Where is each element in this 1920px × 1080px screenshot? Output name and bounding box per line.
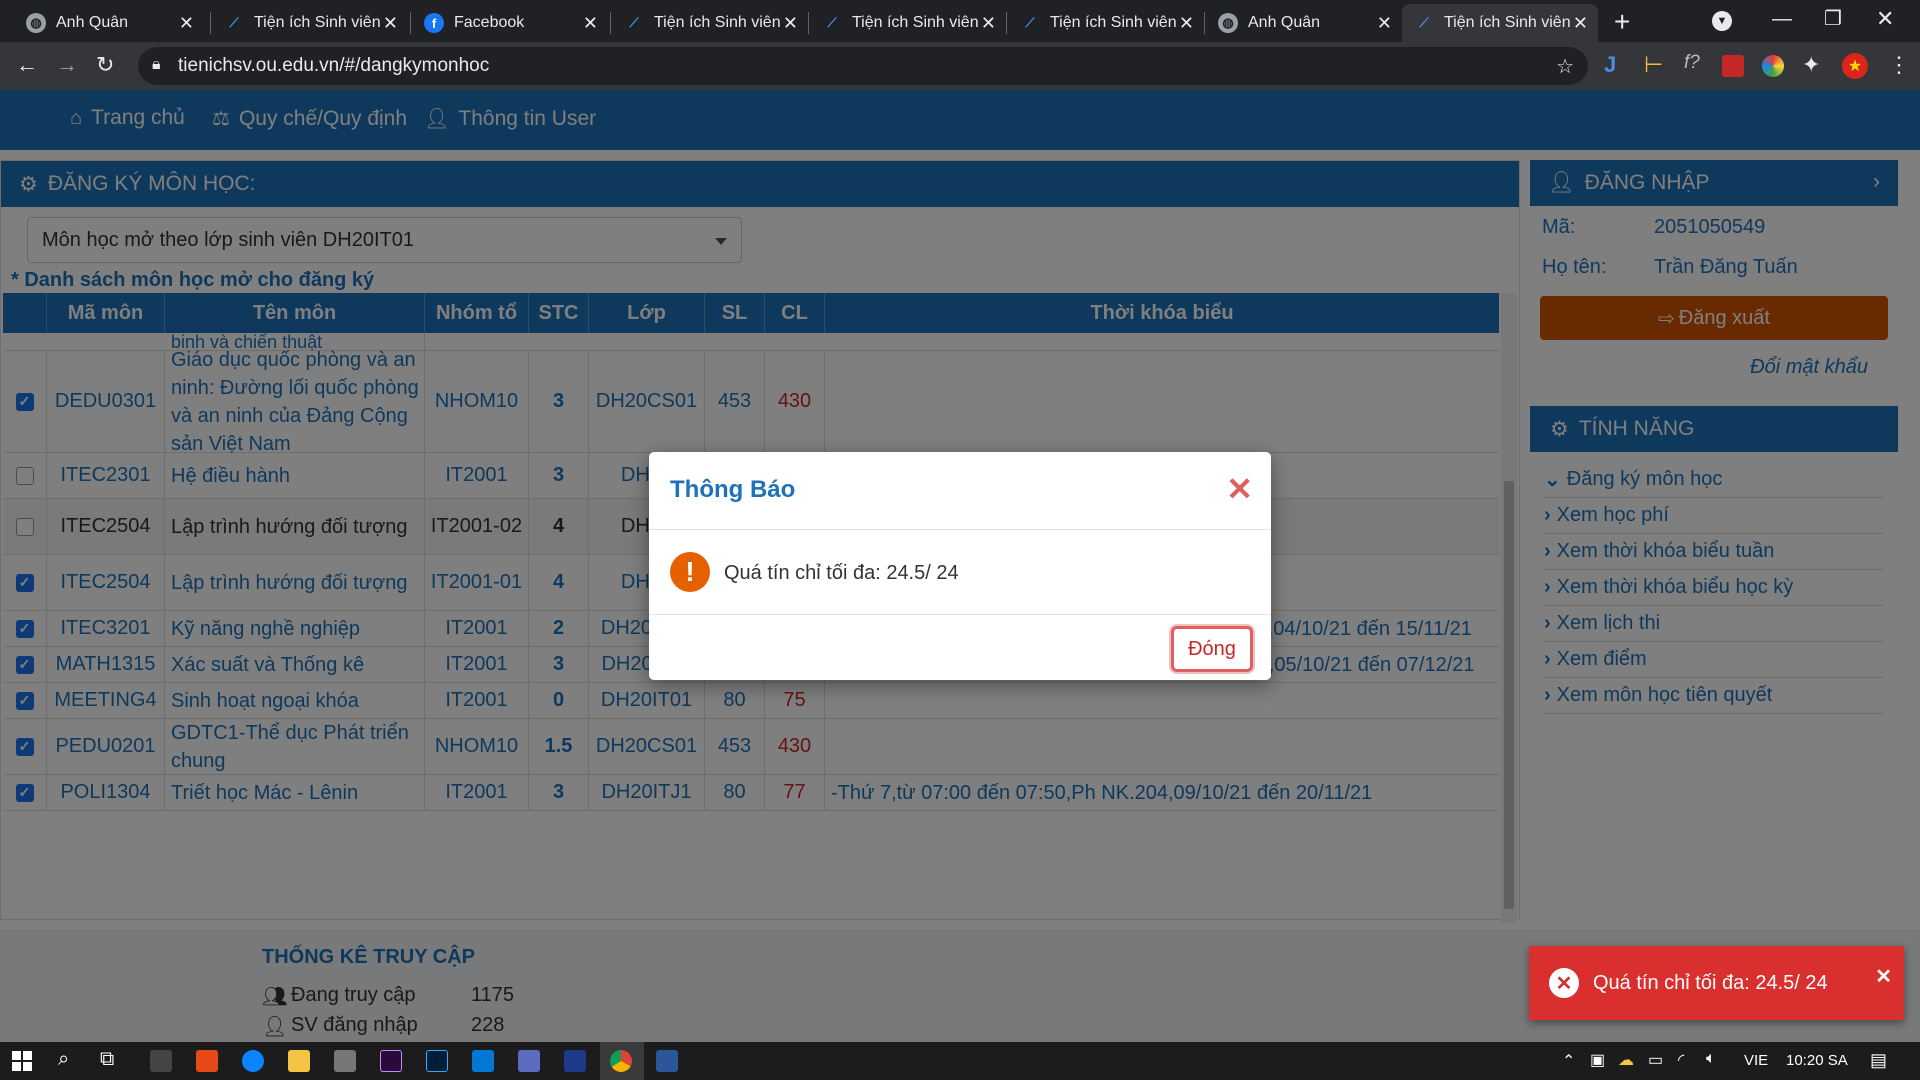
ou-logo-icon: ⟋ (827, 15, 837, 30)
extension-icon[interactable]: ⊢ (1644, 52, 1663, 78)
tab-title: Anh Quân (56, 14, 129, 31)
lock-icon: 🔒︎ (152, 56, 161, 73)
photos-icon[interactable] (334, 1050, 356, 1072)
photoshop-icon[interactable] (426, 1050, 448, 1072)
modal-body: ! Quá tín chỉ tối đa: 24.5/ 24 (649, 530, 1271, 615)
tab-title: Facebook (454, 14, 525, 31)
premiere-icon[interactable] (380, 1050, 402, 1072)
device-icon[interactable]: ▣ (1590, 1050, 1605, 1070)
word-icon[interactable] (656, 1050, 678, 1072)
restore-icon[interactable]: ❐ (1824, 6, 1842, 31)
weather-warning-icon[interactable]: ☁ (1618, 1050, 1634, 1070)
ou-logo-icon: ⟋ (229, 15, 239, 30)
browser-tab[interactable]: ◍ Anh Quân ✕ (1206, 4, 1402, 42)
system-clock[interactable]: 10:20 SA (1786, 1052, 1848, 1069)
input-language[interactable]: VIE (1744, 1052, 1768, 1069)
url-text: tienichsv.ou.edu.vn/#/dangkymonhoc (178, 55, 490, 76)
ou-logo-icon: ⟋ (1419, 15, 1429, 30)
browser-tab[interactable]: ⟋ Tiện ích Sinh viên ✕ (1008, 4, 1204, 42)
toast-message: Quá tín chỉ tối đa: 24.5/ 24 (1593, 971, 1828, 994)
battery-icon[interactable]: ▭ (1648, 1050, 1663, 1070)
app-icon[interactable] (564, 1050, 586, 1072)
tab-title: Anh Quân (1248, 14, 1321, 31)
extensions-puzzle-icon[interactable]: ✦ (1802, 52, 1820, 78)
tab-title: Tiện ích Sinh viên (852, 14, 979, 31)
volume-icon[interactable]: 🔈︎ (1706, 1050, 1716, 1068)
close-tab-icon[interactable]: ✕ (1573, 13, 1588, 34)
close-tab-icon[interactable]: ✕ (583, 13, 598, 34)
edge-icon[interactable] (242, 1050, 264, 1072)
modal-title: Thông Báo (670, 476, 796, 503)
globe-icon: ◍ (1218, 13, 1238, 33)
windows-taskbar: ⌕ ⧉ ⌃ ▣ ☁ ▭ ◜ 🔈︎ VIE 10:20 SA ▤ (0, 1042, 1920, 1080)
browser-toolbar: ← → ↻ 🔒︎ tienichsv.ou.edu.vn/#/dangkymon… (0, 42, 1920, 90)
close-tab-icon[interactable]: ✕ (1179, 13, 1194, 34)
ou-logo-icon: ⟋ (1025, 15, 1035, 30)
wifi-icon[interactable]: ◜ (1678, 1050, 1684, 1070)
tab-search-icon[interactable]: ▼ (1712, 11, 1732, 31)
windows-start-icon[interactable] (12, 1051, 32, 1071)
file-explorer-icon[interactable] (288, 1050, 310, 1072)
error-x-icon: ✕ (1549, 968, 1579, 998)
modal-header: Thông Báo ✕ (649, 452, 1271, 530)
exclamation-icon: ! (670, 552, 710, 592)
close-tab-icon[interactable]: ✕ (981, 13, 996, 34)
browser-tab-strip: ◍ Anh Quân ✕ ⟋ Tiện ích Sinh viên ✕ f Fa… (0, 0, 1920, 42)
close-button[interactable]: Đóng (1171, 626, 1253, 672)
minimize-icon[interactable]: — (1772, 8, 1792, 31)
extension-j-icon[interactable]: J (1604, 52, 1616, 78)
tab-title: Tiện ích Sinh viên (654, 14, 781, 31)
browser-tab[interactable]: f Facebook ✕ (412, 4, 608, 42)
close-icon[interactable]: ✕ (1226, 470, 1253, 508)
extension-pocket-icon[interactable] (1722, 55, 1744, 77)
facebook-icon: f (424, 13, 444, 33)
tab-title: Tiện ích Sinh viên (254, 14, 381, 31)
close-tab-icon[interactable]: ✕ (383, 13, 398, 34)
close-tab-icon[interactable]: ✕ (179, 13, 194, 34)
profile-avatar[interactable]: ★ (1842, 53, 1868, 79)
search-icon[interactable]: ⌕ (58, 1048, 69, 1071)
link-app-icon[interactable] (518, 1050, 540, 1072)
globe-icon: ◍ (26, 13, 46, 33)
modal-message: Quá tín chỉ tối đa: 24.5/ 24 (724, 562, 959, 584)
task-view-icon[interactable]: ⧉ (100, 1048, 114, 1071)
vscode-icon[interactable] (472, 1050, 494, 1072)
back-icon[interactable]: ← (16, 52, 38, 78)
chrome-icon[interactable] (610, 1050, 632, 1072)
notification-modal: Thông Báo ✕ ! Quá tín chỉ tối đa: 24.5/ … (649, 452, 1271, 680)
close-window-icon[interactable]: ✕ (1876, 6, 1894, 32)
browser-tab[interactable]: ⟋ Tiện ích Sinh viên ✕ (612, 4, 808, 42)
tab-title: Tiện ích Sinh viên (1444, 14, 1571, 31)
office-icon[interactable] (196, 1050, 218, 1072)
chevron-up-icon[interactable]: ⌃ (1562, 1051, 1575, 1071)
close-toast-icon[interactable]: ✕ (1875, 964, 1892, 989)
extension-f-icon[interactable]: f? (1684, 52, 1700, 74)
menu-icon[interactable]: ⋮ (1888, 52, 1910, 78)
reload-icon[interactable]: ↻ (96, 52, 114, 78)
ou-logo-icon: ⟋ (629, 15, 639, 30)
browser-tab[interactable]: ⟋ Tiện ích Sinh viên ✕ (810, 4, 1006, 42)
bookmark-star-icon[interactable]: ☆ (1556, 54, 1574, 79)
browser-tab-active[interactable]: ⟋ Tiện ích Sinh viên ✕ (1402, 4, 1598, 42)
address-bar[interactable]: 🔒︎ tienichsv.ou.edu.vn/#/dangkymonhoc ☆ (138, 47, 1588, 85)
browser-tab[interactable]: ◍ Anh Quân ✕ (14, 4, 204, 42)
tab-title: Tiện ích Sinh viên (1050, 14, 1177, 31)
close-tab-icon[interactable]: ✕ (1377, 13, 1392, 34)
new-tab-icon[interactable]: + (1614, 6, 1630, 38)
shield-app-icon[interactable] (150, 1050, 172, 1072)
forward-icon[interactable]: → (56, 52, 78, 78)
browser-tab[interactable]: ⟋ Tiện ích Sinh viên ✕ (212, 4, 408, 42)
extension-color-icon[interactable] (1762, 55, 1784, 77)
close-tab-icon[interactable]: ✕ (783, 13, 798, 34)
notifications-icon[interactable]: ▤ (1870, 1050, 1887, 1071)
error-toast: ✕ Quá tín chỉ tối đa: 24.5/ 24 ✕ (1529, 946, 1904, 1020)
